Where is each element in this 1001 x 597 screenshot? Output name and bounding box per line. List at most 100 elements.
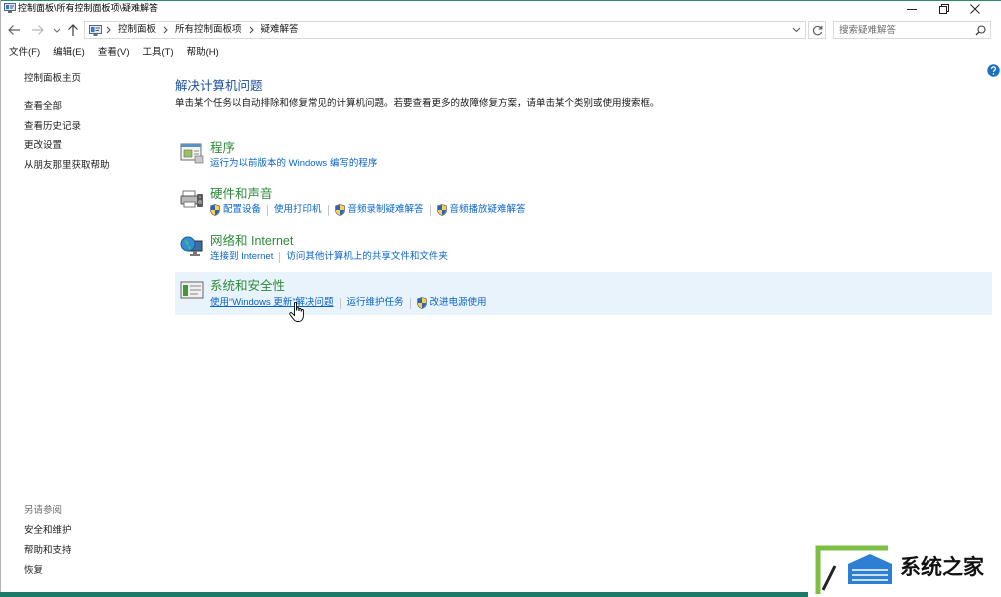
sidebar-change-settings[interactable]: 更改设置 [24, 140, 62, 152]
link-separator [279, 251, 281, 263]
back-button[interactable] [7, 23, 21, 37]
refresh-button[interactable] [808, 21, 826, 39]
shield-icon [210, 204, 220, 216]
menu-file[interactable]: 文件(F) [9, 46, 40, 59]
menu-view[interactable]: 查看(V) [98, 46, 130, 59]
sidebar-view-history[interactable]: 查看历史记录 [24, 121, 81, 133]
window-bottom-border [0, 592, 808, 597]
refresh-icon [812, 25, 822, 35]
category-links: 使用“Windows 更新”解决问题 运行维护任务 改进电源使用 [210, 297, 487, 309]
menu-help[interactable]: 帮助(H) [187, 46, 219, 59]
task-link-label[interactable]: 使用打印机 [274, 204, 322, 216]
search-box[interactable] [833, 21, 991, 39]
recent-locations-button[interactable] [53, 23, 61, 37]
navigation-bar: 控制面板 所有控制面板项 疑难解答 [0, 19, 1001, 41]
task-link[interactable]: 运行为以前版本的 Windows 编写的程序 [210, 158, 377, 170]
menu-tools[interactable]: 工具(T) [142, 46, 173, 59]
back-arrow-icon [8, 25, 20, 35]
task-link-label[interactable]: 音频播放疑难解答 [450, 204, 526, 216]
forward-button[interactable] [31, 23, 45, 37]
search-input[interactable] [834, 22, 972, 38]
task-link-label[interactable]: 音频录制疑难解答 [348, 204, 424, 216]
category-title[interactable]: 硬件和声音 [210, 186, 273, 202]
shield-icon [417, 297, 427, 309]
search-icon[interactable] [975, 25, 986, 36]
page-title: 解决计算机问题 [175, 79, 263, 93]
task-link[interactable]: 改进电源使用 [417, 297, 487, 309]
task-link[interactable]: 运行维护任务 [347, 297, 404, 309]
task-link-label[interactable]: 配置设备 [223, 204, 261, 216]
up-button[interactable] [67, 23, 79, 37]
breadcrumb-control-panel[interactable]: 控制面板 [118, 24, 156, 36]
control-panel-icon [89, 24, 102, 36]
close-button[interactable] [960, 1, 990, 17]
address-dropdown-icon[interactable] [792, 27, 801, 33]
window-title: 控制面板\所有控制面板项\疑难解答 [18, 3, 159, 13]
task-link-label[interactable]: 改进电源使用 [430, 297, 487, 309]
address-bar[interactable]: 控制面板 所有控制面板项 疑难解答 [84, 21, 806, 39]
control-panel-icon [4, 3, 16, 13]
task-link[interactable]: 配置设备 [210, 204, 261, 216]
breadcrumb-chevron-icon[interactable] [163, 26, 168, 34]
breadcrumb-troubleshooting[interactable]: 疑难解答 [261, 24, 299, 36]
sidebar-view-all[interactable]: 查看全部 [24, 101, 62, 113]
category-title[interactable]: 程序 [210, 140, 235, 156]
task-link-label[interactable]: 运行维护任务 [347, 297, 404, 309]
watermark-text: 系统之家 [900, 556, 984, 579]
category-title[interactable]: 网络和 Internet [210, 233, 293, 249]
menu-edit[interactable]: 编辑(E) [53, 46, 85, 59]
task-link-label[interactable]: 访问其他计算机上的共享文件和文件夹 [286, 251, 448, 263]
help-icon[interactable] [987, 64, 1000, 77]
minimize-button[interactable] [897, 1, 927, 17]
link-separator [409, 297, 411, 309]
task-link-label[interactable]: 连接到 Internet [210, 251, 273, 263]
category-links: 运行为以前版本的 Windows 编写的程序 [210, 158, 377, 170]
category-title[interactable]: 系统和安全性 [210, 278, 285, 294]
see-also-security-maintenance[interactable]: 安全和维护 [24, 525, 72, 537]
task-link[interactable]: 连接到 Internet [210, 251, 273, 263]
see-also-recovery[interactable]: 恢复 [24, 565, 43, 577]
hardware-sound-icon[interactable] [180, 188, 204, 210]
shield-icon [437, 204, 447, 216]
category-programs: 程序 运行为以前版本的 Windows 编写的程序 [175, 137, 992, 180]
category-hardware-sound: 硬件和声音 配置设备 使用打印机 音频录制疑难解答 音频播放疑难解答 [175, 183, 992, 226]
link-separator [267, 204, 269, 216]
see-also-help-support[interactable]: 帮助和支持 [24, 545, 72, 557]
watermark-logo [815, 545, 892, 594]
see-also-heading: 另请参阅 [24, 505, 63, 516]
menu-bar: 文件(F) 编辑(E) 查看(V) 工具(T) 帮助(H) [9, 46, 219, 59]
network-internet-icon[interactable] [180, 235, 204, 257]
programs-icon[interactable] [180, 142, 204, 164]
system-security-icon[interactable] [180, 280, 204, 302]
link-separator [327, 204, 329, 216]
task-link[interactable]: 音频播放疑难解答 [437, 204, 526, 216]
task-link[interactable]: 使用“Windows 更新”解决问题 [210, 297, 334, 309]
task-link[interactable]: 音频录制疑难解答 [335, 204, 424, 216]
breadcrumb-chevron-icon[interactable] [106, 26, 111, 34]
sidebar-get-help-from-friend[interactable]: 从朋友那里获取帮助 [24, 160, 110, 172]
task-link[interactable]: 访问其他计算机上的共享文件和文件夹 [286, 251, 448, 263]
troubleshooting-window: 控制面板\所有控制面板项\疑难解答 控制面板 所有控制面板项 疑难解答 搜索疑难… [0, 0, 1001, 597]
sidebar-control-panel-home[interactable]: 控制面板主页 [24, 73, 81, 85]
hand-cursor-icon [289, 302, 304, 322]
minimize-icon [907, 9, 917, 10]
restore-button[interactable] [929, 1, 959, 17]
task-link[interactable]: 使用打印机 [274, 204, 322, 216]
link-separator [339, 297, 341, 309]
up-arrow-icon [68, 24, 78, 36]
task-link-label[interactable]: 使用“Windows 更新”解决问题 [210, 297, 334, 309]
breadcrumb-all-items[interactable]: 所有控制面板项 [175, 24, 242, 36]
title-bar[interactable]: 控制面板\所有控制面板项\疑难解答 [0, 1, 1001, 18]
category-network-internet: 网络和 Internet 连接到 Internet 访问其他计算机上的共享文件和… [175, 230, 992, 273]
restore-icon [939, 4, 949, 14]
breadcrumb-chevron-icon[interactable] [249, 26, 254, 34]
close-icon [970, 4, 980, 14]
task-link-label[interactable]: 运行为以前版本的 Windows 编写的程序 [210, 158, 377, 170]
page-description: 单击某个任务以自动排除和修复常见的计算机问题。若要查看更多的故障修复方案，请单击… [175, 98, 660, 109]
chevron-down-icon [53, 28, 61, 33]
watermark: 系统之家 [808, 541, 1001, 597]
window-left-border [0, 0, 1, 592]
forward-arrow-icon [32, 25, 44, 35]
link-separator [429, 204, 431, 216]
shield-icon [335, 204, 345, 216]
